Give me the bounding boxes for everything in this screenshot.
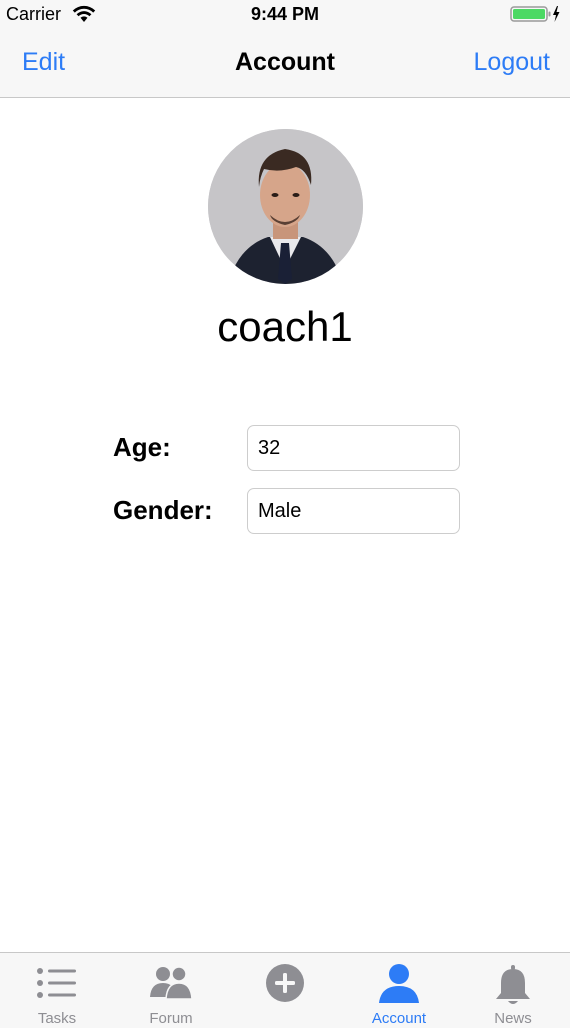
avatar — [208, 129, 363, 284]
username: coach1 — [217, 303, 353, 350]
profile-photo — [208, 129, 363, 284]
tab-label: News — [494, 1010, 532, 1027]
tab-tasks[interactable]: Tasks — [0, 953, 114, 1028]
account-screen: Carrier 9:44 PM Edit Account Logout coac… — [0, 0, 570, 1028]
tab-forum[interactable]: Forum — [114, 953, 228, 1028]
status-bar: Carrier 9:44 PM — [0, 0, 570, 30]
gender-field[interactable] — [247, 488, 460, 534]
age-field[interactable] — [247, 425, 460, 471]
tab-news[interactable]: News — [456, 953, 570, 1028]
bell-icon — [496, 965, 530, 1004]
status-time: 9:44 PM — [250, 4, 320, 24]
edit-button[interactable]: Edit — [22, 48, 65, 77]
gender-label: Gender: — [113, 495, 213, 525]
people-icon — [150, 966, 193, 1000]
tab-add[interactable] — [228, 953, 342, 1028]
logout-button[interactable]: Logout — [474, 48, 550, 77]
tab-label: Forum — [149, 1010, 193, 1027]
battery-icon — [510, 6, 560, 22]
age-label: Age: — [113, 432, 171, 462]
tab-label: Tasks — [37, 1010, 77, 1027]
tab-account[interactable]: Account — [342, 953, 456, 1028]
list-icon — [37, 968, 76, 998]
tab-bar: Tasks Forum Account News — [0, 952, 570, 1028]
navigation-bar: Edit Account Logout — [0, 30, 570, 98]
person-icon — [379, 964, 419, 1003]
tab-label: Account — [371, 1010, 427, 1027]
plus-circle-icon — [266, 964, 304, 1002]
